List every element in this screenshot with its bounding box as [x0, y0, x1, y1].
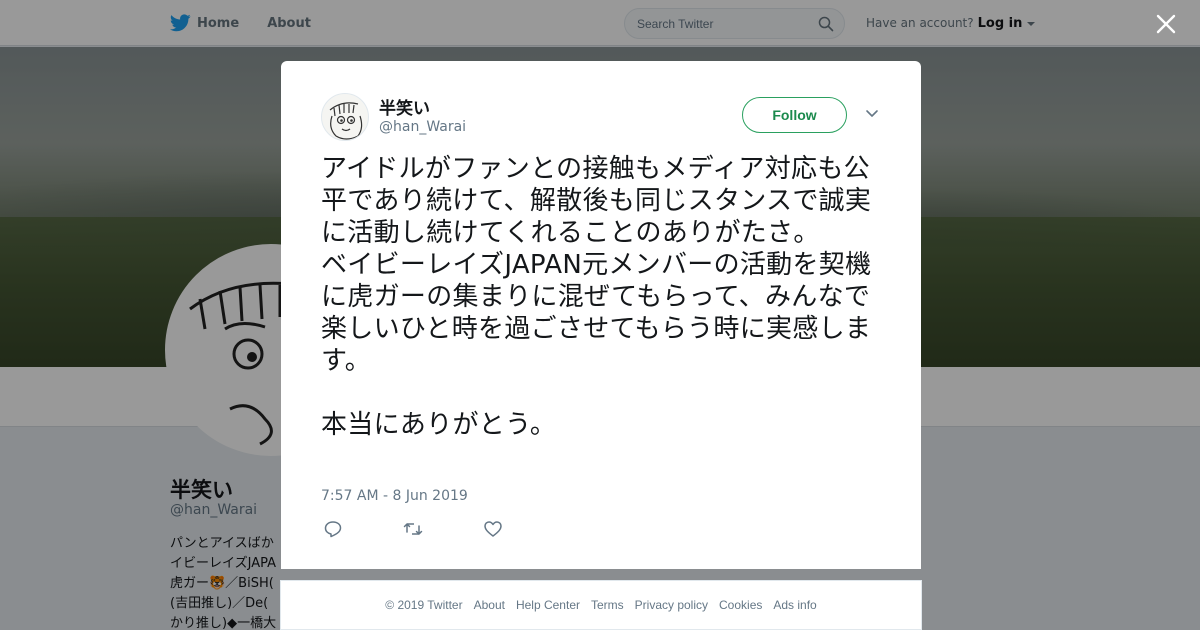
tweet-author-handle[interactable]: @han_Warai [379, 119, 466, 135]
footer-link-cookies[interactable]: Cookies [719, 598, 762, 612]
tweet-modal: 半笑い @han_Warai Follow アイドルがファンとの接触もメディア対… [281, 61, 921, 569]
tweet-author-name[interactable]: 半笑い [379, 94, 430, 119]
modal-footer: © 2019 Twitter About Help Center Terms P… [280, 580, 922, 630]
tweet-text: アイドルがファンとの接触もメディア対応も公平であり続けて、解散後も同じスタンスで… [321, 154, 872, 440]
tweet-author-avatar[interactable] [321, 93, 369, 141]
retweet-icon[interactable] [403, 519, 423, 539]
reply-icon[interactable] [323, 519, 343, 539]
footer-copyright: © 2019 Twitter [385, 598, 463, 612]
chevron-down-icon[interactable] [865, 109, 879, 119]
footer-link-help-center[interactable]: Help Center [516, 598, 580, 612]
close-icon[interactable] [1154, 12, 1178, 36]
tweet-actions [323, 519, 503, 539]
footer-link-terms[interactable]: Terms [591, 598, 624, 612]
footer-link-ads-info[interactable]: Ads info [773, 598, 816, 612]
follow-button[interactable]: Follow [742, 97, 847, 133]
footer-link-privacy-policy[interactable]: Privacy policy [635, 598, 708, 612]
footer-link-about[interactable]: About [474, 598, 505, 612]
like-heart-icon[interactable] [483, 519, 503, 539]
avatar-face-icon [329, 102, 363, 140]
tweet-timestamp[interactable]: 7:57 AM - 8 Jun 2019 [321, 488, 468, 504]
